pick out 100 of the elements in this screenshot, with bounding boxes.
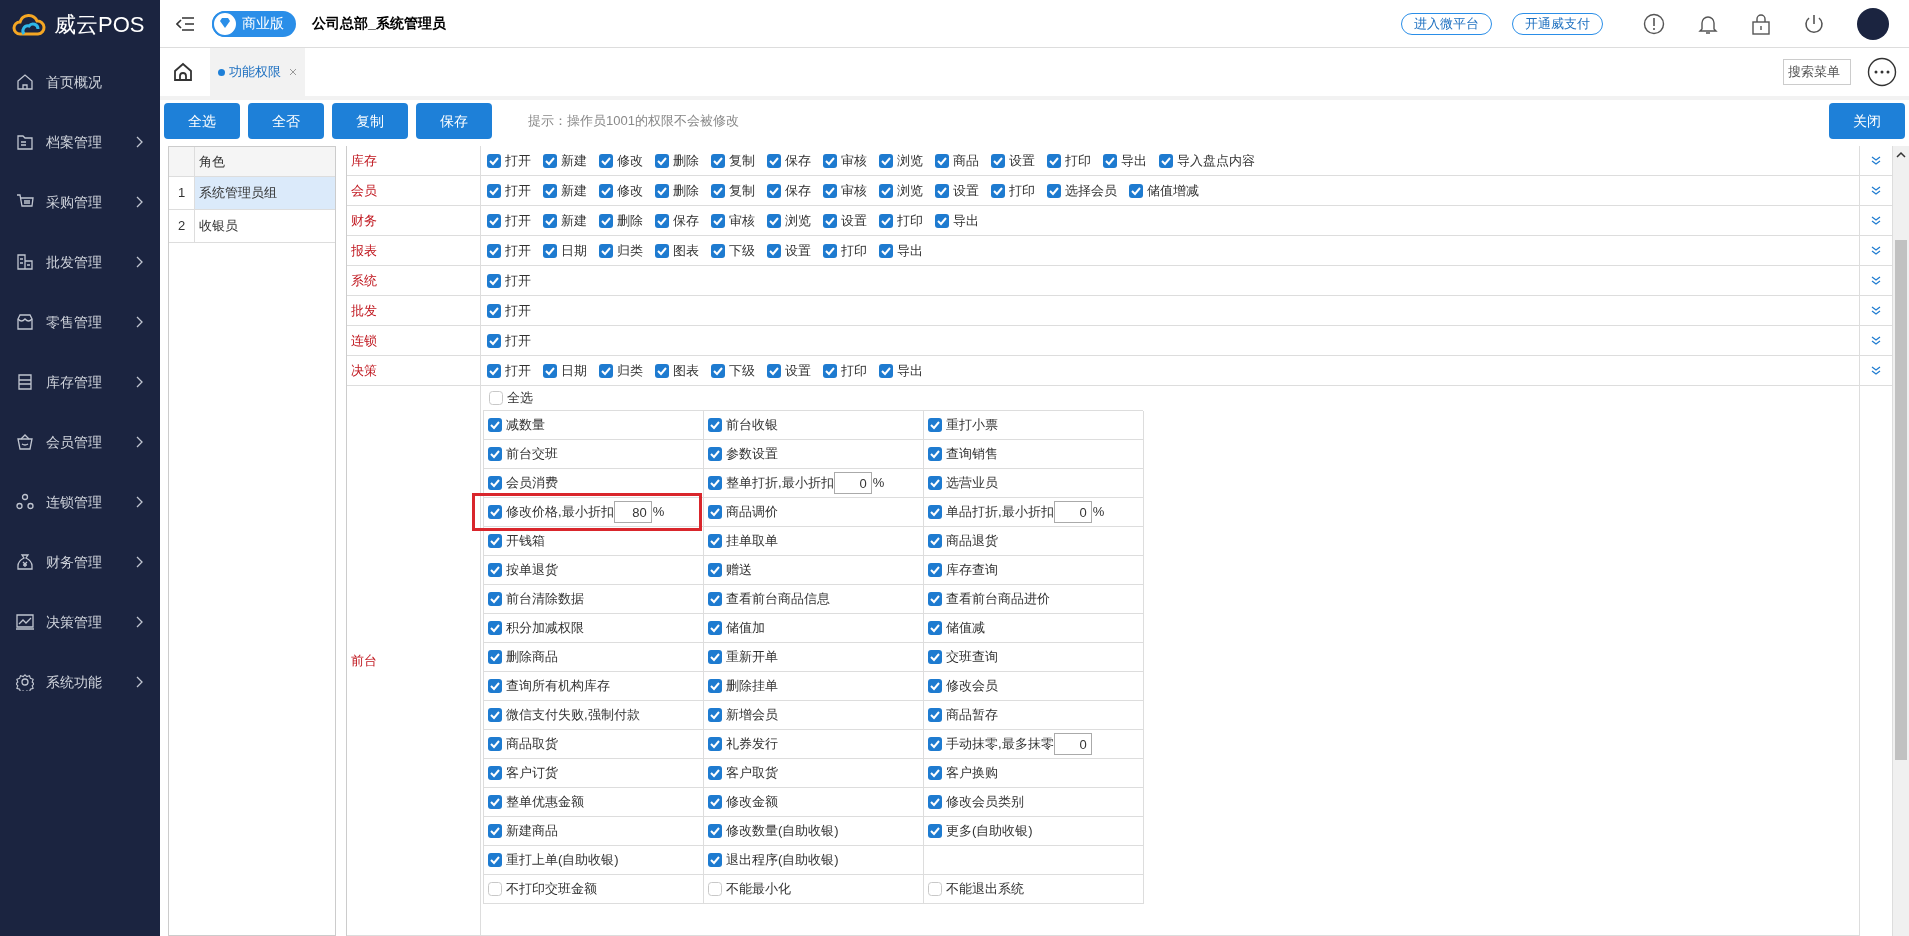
checkbox[interactable] [488,853,502,867]
checkbox[interactable] [488,737,502,751]
discount-input[interactable]: 0 [1053,501,1092,523]
expand-icon[interactable] [1871,185,1881,196]
checkbox[interactable] [711,183,725,198]
toolbar-button[interactable]: 全否 [248,103,324,139]
checkbox[interactable] [708,592,722,606]
checkbox[interactable] [487,273,501,288]
checkbox[interactable] [487,243,501,258]
checkbox[interactable] [928,650,942,664]
expand-icon[interactable] [1871,155,1881,166]
sidebar-item[interactable]: 采购管理 [0,172,160,232]
home-icon[interactable] [172,61,194,83]
checkbox[interactable] [708,679,722,693]
checkbox[interactable] [543,363,557,378]
checkbox[interactable] [488,766,502,780]
checkbox[interactable] [1103,153,1117,168]
checkbox[interactable] [879,153,893,168]
checkbox[interactable] [711,213,725,228]
checkbox[interactable] [488,795,502,809]
user-avatar[interactable] [1857,7,1889,40]
checkbox[interactable] [928,476,942,490]
checkbox[interactable] [599,243,613,258]
checkbox[interactable] [708,824,722,838]
toolbar-button[interactable]: 保存 [416,103,492,139]
checkbox[interactable] [708,505,722,519]
toolbar-button[interactable]: 复制 [332,103,408,139]
sidebar-item[interactable]: 财务管理 [0,532,160,592]
checkbox[interactable] [488,476,502,490]
toolbar-button[interactable]: 全选 [164,103,240,139]
checkbox[interactable] [991,153,1005,168]
checkbox[interactable] [488,505,502,519]
more-icon[interactable] [1867,57,1897,87]
checkbox[interactable] [599,153,613,168]
checkbox[interactable] [708,476,722,490]
checkbox[interactable] [543,243,557,258]
checkbox[interactable] [935,183,949,198]
checkbox[interactable] [928,621,942,635]
sidebar-item[interactable]: 批发管理 [0,232,160,292]
scroll-up-icon[interactable] [1896,150,1906,160]
checkbox[interactable] [655,153,669,168]
checkbox[interactable] [708,534,722,548]
discount-input[interactable]: 0 [833,472,872,494]
sidebar-item[interactable]: 系统功能 [0,652,160,712]
checkbox[interactable] [928,795,942,809]
power-icon[interactable] [1803,12,1825,35]
checkbox[interactable] [488,824,502,838]
checkbox[interactable] [928,592,942,606]
checkbox[interactable] [1047,183,1061,198]
checkbox[interactable] [543,213,557,228]
checkbox[interactable] [708,418,722,432]
checkbox[interactable] [708,563,722,577]
lock-icon[interactable] [1751,12,1771,35]
role-name[interactable]: 系统管理员组 [195,177,335,209]
checkbox[interactable] [767,243,781,258]
checkbox[interactable] [655,363,669,378]
checkbox[interactable] [655,243,669,258]
discount-input[interactable]: 80 [613,501,652,523]
checkbox[interactable] [928,418,942,432]
checkbox[interactable] [928,882,942,896]
expand-icon[interactable] [1871,275,1881,286]
checkbox[interactable] [655,213,669,228]
checkbox[interactable] [879,213,893,228]
checkbox[interactable] [599,213,613,228]
checkbox[interactable] [879,183,893,198]
checkbox[interactable] [487,363,501,378]
expand-icon[interactable] [1871,305,1881,316]
tab[interactable]: 功能权限 [210,48,305,96]
checkbox[interactable] [708,853,722,867]
checkbox[interactable] [708,621,722,635]
checkbox[interactable] [711,363,725,378]
checkbox[interactable] [708,650,722,664]
checkbox[interactable] [711,243,725,258]
checkbox[interactable] [991,183,1005,198]
checkbox[interactable] [823,153,837,168]
checkbox[interactable] [487,213,501,228]
checkbox[interactable] [879,243,893,258]
close-icon[interactable] [289,68,297,76]
checkbox[interactable] [823,183,837,198]
checkbox[interactable] [935,213,949,228]
checkbox[interactable] [928,737,942,751]
checkbox[interactable] [928,563,942,577]
search-field[interactable]: 搜索菜单 [1783,59,1851,85]
checkbox[interactable] [488,708,502,722]
checkbox[interactable] [543,153,557,168]
checkbox[interactable] [708,708,722,722]
discount-input[interactable]: 0 [1053,733,1092,755]
sidebar-item[interactable]: 零售管理 [0,292,160,352]
checkbox[interactable] [599,363,613,378]
checkbox[interactable] [928,766,942,780]
checkbox[interactable] [879,363,893,378]
checkbox[interactable] [487,303,501,318]
checkbox[interactable] [488,563,502,577]
checkbox[interactable] [488,882,502,896]
checkbox[interactable] [489,391,503,405]
checkbox[interactable] [488,592,502,606]
checkbox[interactable] [487,333,501,348]
checkbox[interactable] [928,679,942,693]
checkbox[interactable] [487,153,501,168]
checkbox[interactable] [823,363,837,378]
